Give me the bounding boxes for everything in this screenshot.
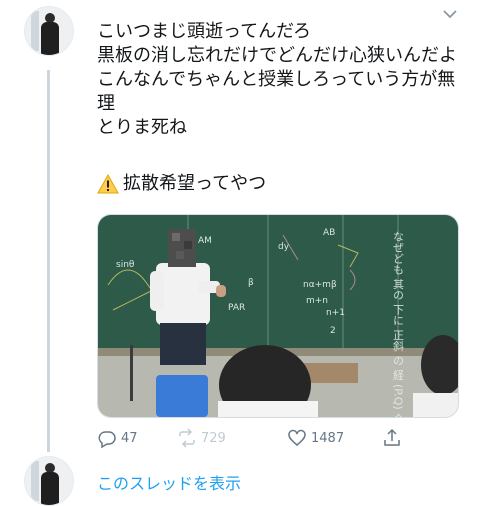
retweet-count: 729 xyxy=(201,430,226,446)
show-thread-link[interactable]: このスレッドを表示 xyxy=(97,470,241,494)
avatar-figure-body xyxy=(41,22,59,55)
reply-count: 47 xyxy=(121,430,138,446)
like-button[interactable]: 1487 xyxy=(287,428,344,448)
thread-avatar[interactable] xyxy=(24,456,74,506)
chalk-text-7: sinθ xyxy=(116,260,135,270)
thread-connector-line xyxy=(47,70,50,452)
retweet-button[interactable]: 729 xyxy=(177,428,226,448)
avatar-background xyxy=(31,461,39,501)
retweet-icon xyxy=(179,428,195,448)
chalk-text-0: AB xyxy=(323,228,335,238)
like-count: 1487 xyxy=(311,430,345,446)
avatar-figure-body xyxy=(41,472,59,505)
spread-request-line: 拡散希望ってやつ xyxy=(97,172,266,196)
chalk-text-8: PAR xyxy=(228,303,245,313)
chalk-vertical-text: なぜども 其の 下に 正斜 の 経 (P.Q) 今 R xyxy=(392,231,405,417)
tweet-photo[interactable]: AB AM dy nα+mβ m+n n+1 2 sinθ PAR β なぜども… xyxy=(97,214,459,418)
chalk-text-6: 2 xyxy=(330,326,336,336)
share-icon xyxy=(384,428,400,446)
avatar[interactable] xyxy=(24,6,74,56)
chalk-text-3: nα+mβ xyxy=(303,280,337,290)
chevron-down-icon[interactable] xyxy=(442,8,458,20)
spread-request-text: 拡散希望ってやつ xyxy=(123,173,267,194)
heart-icon xyxy=(288,429,306,446)
reply-button[interactable]: 47 xyxy=(97,428,138,448)
chalk-text-1: AM xyxy=(198,236,212,246)
classroom-photo: AB AM dy nα+mβ m+n n+1 2 sinθ PAR β なぜども… xyxy=(98,215,458,417)
chalk-text-4: m+n xyxy=(306,296,328,306)
chalk-text-5: n+1 xyxy=(326,308,345,318)
avatar-background xyxy=(31,11,39,51)
tweet-text: こいつまじ頭逝ってんだろ 黒板の消し忘れだけでどんだけ心狭いんだよこんなんでちゃ… xyxy=(97,21,457,138)
chalk-text-9: β xyxy=(248,278,254,288)
tweet-actions: 47 729 1487 xyxy=(97,428,437,452)
reply-icon xyxy=(98,431,116,448)
share-button[interactable] xyxy=(382,428,402,448)
warning-icon xyxy=(97,174,119,194)
